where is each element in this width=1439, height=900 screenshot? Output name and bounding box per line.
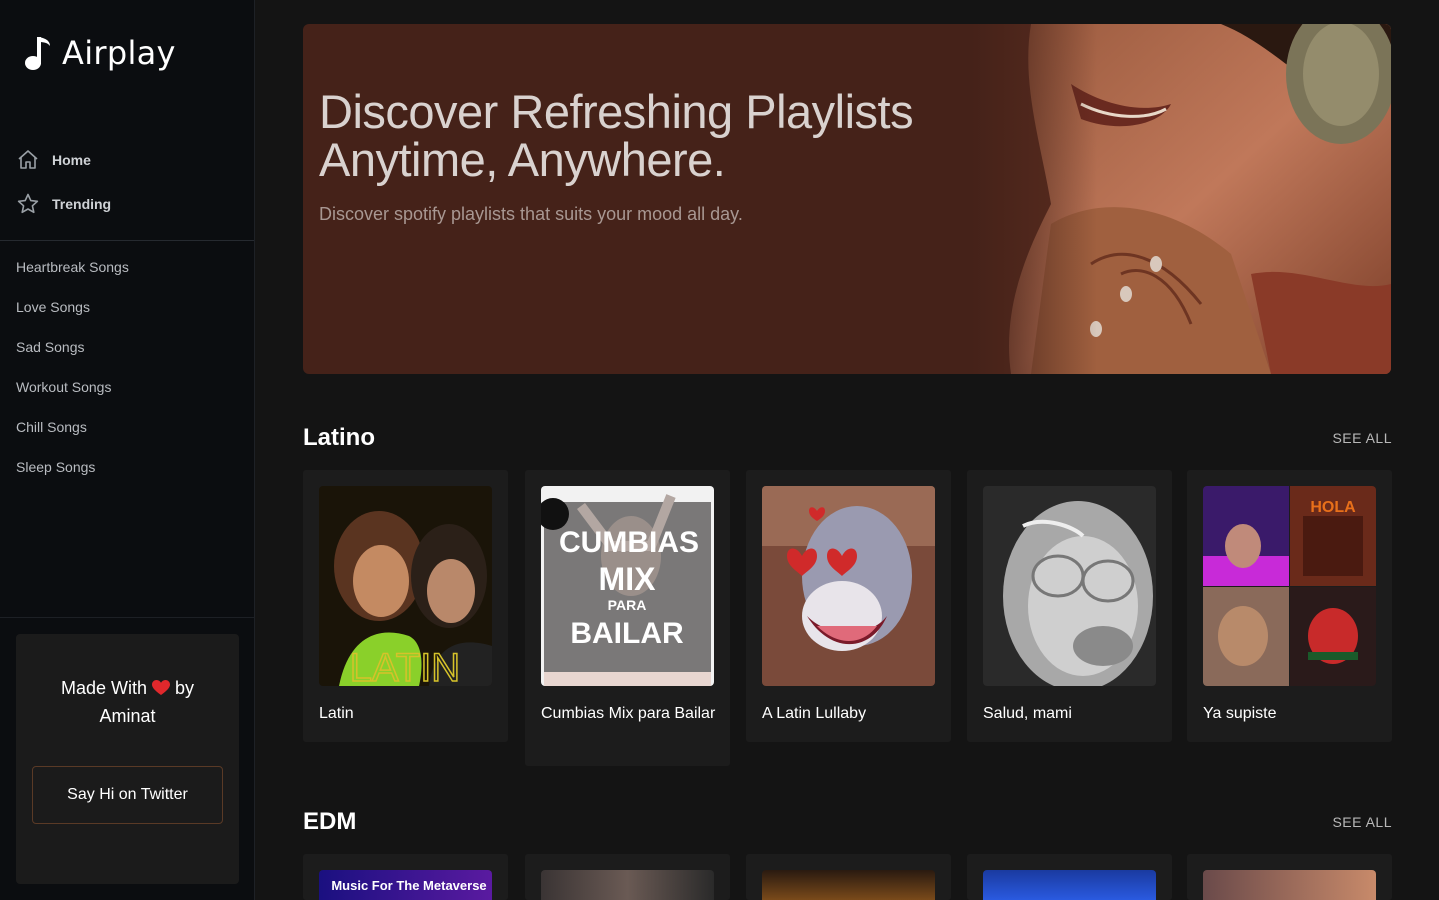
category-item-sad[interactable]: Sad Songs — [16, 327, 129, 367]
sidebar: Airplay Home Trending Heartbreak Songs L… — [0, 0, 255, 900]
playlist-cover — [1203, 870, 1376, 900]
category-item-love[interactable]: Love Songs — [16, 287, 129, 327]
playlist-card-edm-4[interactable] — [967, 854, 1172, 900]
cover-text-edm: Music For The Metaverse — [331, 878, 486, 893]
playlist-card-edm-3[interactable] — [746, 854, 951, 900]
playlist-card-edm-5[interactable] — [1187, 854, 1392, 900]
hero-title-line2: Anytime, Anywhere. — [319, 133, 726, 186]
app-name: Airplay — [62, 34, 176, 72]
main-content: Discover Refreshing Playlists Anytime, A… — [255, 0, 1439, 900]
playlist-title: Salud, mami — [983, 705, 1072, 722]
playlist-title: Ya supiste — [1203, 705, 1277, 722]
hero-image — [971, 24, 1391, 374]
heart-icon — [152, 680, 170, 695]
cover-text-para: PARA — [608, 597, 647, 613]
playlist-cover: Music For The Metaverse — [319, 870, 492, 900]
playlist-cover — [762, 870, 935, 900]
nav-home-label: Home — [52, 152, 91, 168]
playlist-title: A Latin Lullaby — [762, 705, 867, 722]
nav-trending[interactable]: Trending — [0, 182, 254, 226]
playlist-card-salud-mami[interactable]: Salud, mami — [967, 470, 1172, 742]
nav-trending-label: Trending — [52, 196, 112, 212]
playlist-card-latin-lullaby[interactable]: A Latin Lullaby — [746, 470, 951, 742]
hero-subtitle: Discover spotify playlists that suits yo… — [319, 204, 743, 224]
category-item-sleep[interactable]: Sleep Songs — [16, 447, 129, 487]
cover-text-hola: HOLA — [1310, 499, 1356, 516]
star-icon — [17, 193, 39, 214]
playlist-card-edm-2[interactable] — [525, 854, 730, 900]
see-all-edm[interactable]: SEE ALL — [1332, 814, 1392, 830]
playlist-card-latin[interactable]: LATIN Latin — [303, 470, 508, 742]
cover-text-latin: LATIN — [350, 646, 460, 686]
category-item-workout[interactable]: Workout Songs — [16, 367, 129, 407]
nav-home[interactable]: Home — [0, 138, 254, 182]
hero-title-line1: Discover Refreshing Playlists — [319, 85, 914, 138]
playlist-card-edm-1[interactable]: Music For The Metaverse — [303, 854, 508, 900]
credit-card: Made With by Aminat Say Hi on Twitter — [16, 634, 239, 884]
playlist-cover: LATIN — [319, 486, 492, 686]
category-list: Heartbreak Songs Love Songs Sad Songs Wo… — [16, 247, 129, 487]
hero-title: Discover Refreshing Playlists Anytime, A… — [319, 88, 959, 184]
cover-text-cumbias: CUMBIAS — [559, 526, 699, 559]
sidebar-divider-bottom — [0, 617, 254, 618]
playlist-title: Cumbias Mix para Bailar — [541, 705, 716, 722]
hero-banner: Discover Refreshing Playlists Anytime, A… — [303, 24, 1391, 374]
see-all-latino[interactable]: SEE ALL — [1332, 430, 1392, 446]
playlist-cover: CUMBIAS MIX PARA BAILAR — [541, 486, 714, 686]
main-nav: Home Trending — [0, 138, 254, 226]
made-with-label: Made With — [60, 678, 147, 698]
category-item-heartbreak[interactable]: Heartbreak Songs — [16, 247, 129, 287]
credit-text: Made With by Aminat — [16, 674, 239, 730]
playlist-cover — [983, 870, 1156, 900]
playlist-cover: HOLA — [1203, 486, 1376, 686]
playlist-cover — [541, 870, 714, 900]
author-name: Aminat — [99, 706, 156, 726]
app-root: Airplay Home Trending Heartbreak Songs L… — [0, 0, 1439, 900]
playlist-card-ya-supiste[interactable]: HOLA Ya supiste — [1187, 470, 1392, 742]
music-note-icon — [25, 37, 50, 70]
twitter-button[interactable]: Say Hi on Twitter — [32, 766, 223, 824]
playlist-cover — [762, 486, 935, 686]
by-label: by — [175, 678, 195, 698]
home-icon — [18, 150, 38, 169]
cover-text-mix: MIX — [599, 561, 657, 597]
playlist-cover — [983, 486, 1156, 686]
section-title-edm: EDM — [303, 808, 357, 835]
playlist-title: Latin — [319, 705, 354, 722]
category-item-chill[interactable]: Chill Songs — [16, 407, 129, 447]
playlist-card-cumbias[interactable]: CUMBIAS MIX PARA BAILAR Cumbias Mix para… — [525, 470, 730, 766]
app-logo[interactable]: Airplay — [24, 34, 176, 72]
cover-text-bailar: BAILAR — [570, 617, 684, 650]
sidebar-divider — [0, 240, 254, 241]
section-title-latino: Latino — [303, 424, 375, 451]
